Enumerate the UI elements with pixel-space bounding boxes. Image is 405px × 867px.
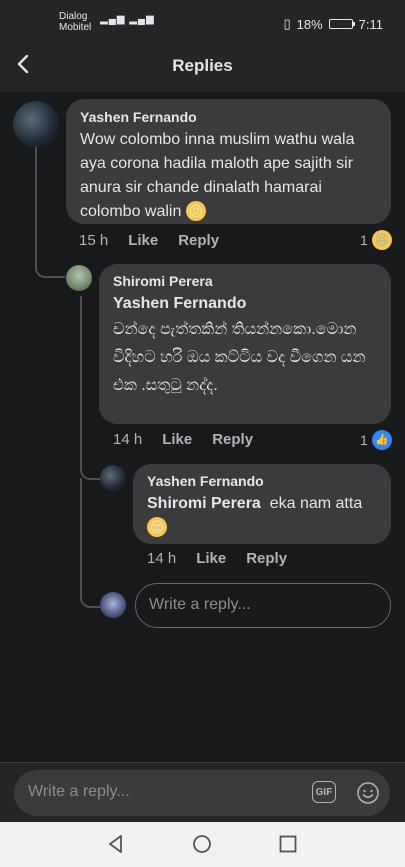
thread-line bbox=[35, 145, 37, 255]
comment-author[interactable]: Yashen Fernando bbox=[147, 473, 377, 489]
system-nav-bar bbox=[0, 822, 405, 867]
like-reaction-icon: 👍 bbox=[371, 430, 392, 450]
comment-bubble: Yashen Fernando Shiromi Perera eka nam a… bbox=[133, 464, 391, 544]
reaction-summary[interactable]: 1 😆 bbox=[360, 230, 392, 250]
avatar[interactable] bbox=[13, 101, 59, 147]
nav-home-icon[interactable] bbox=[192, 834, 212, 854]
nav-recents-icon[interactable] bbox=[278, 834, 298, 854]
thread-line bbox=[80, 296, 82, 466]
inline-reply-input[interactable]: Write a reply... bbox=[135, 583, 391, 628]
thread-connector bbox=[80, 478, 100, 608]
clock: 7:11 bbox=[358, 16, 383, 32]
reaction-summary[interactable]: 1 👍 bbox=[360, 430, 392, 450]
avatar[interactable] bbox=[66, 265, 92, 291]
status-bar: Dialog Mobitel ▂▄▆ ▂▄▆ ▯ 18% 7:11 bbox=[0, 0, 405, 40]
composer-input[interactable]: Write a reply... GIF bbox=[14, 770, 390, 816]
battery-percent: 18% bbox=[296, 16, 323, 32]
comment-author[interactable]: Shiromi Perera bbox=[113, 273, 377, 289]
page-title: Replies bbox=[172, 56, 233, 75]
signal-icon: ▂▄▆ ▂▄▆ bbox=[100, 14, 155, 25]
thread-connector bbox=[80, 460, 100, 480]
inline-reply-placeholder: Write a reply... bbox=[149, 596, 251, 613]
like-button[interactable]: Like bbox=[162, 431, 192, 448]
comment-bubble: Shiromi Perera Yashen Fernando චන්දෙ පැත… bbox=[99, 264, 391, 424]
reply-button[interactable]: Reply bbox=[212, 431, 253, 448]
my-avatar bbox=[100, 592, 126, 618]
reaction-count: 1 bbox=[360, 232, 368, 248]
relieved-emoji-icon: 😌 bbox=[147, 517, 167, 537]
comment-text: Wow colombo inna muslim wathu wala aya c… bbox=[80, 131, 355, 220]
comment-actions: 14 h Like Reply bbox=[113, 431, 253, 448]
comment-actions: 14 h Like Reply bbox=[147, 550, 287, 567]
comment-bubble: Yashen Fernando Wow colombo inna muslim … bbox=[66, 99, 391, 224]
comment-author[interactable]: Yashen Fernando bbox=[80, 109, 377, 125]
comment-text-wrap: Wow colombo inna muslim wathu wala aya c… bbox=[80, 128, 377, 224]
comment-text-wrap: Shiromi Perera eka nam atta 😌 bbox=[147, 492, 377, 540]
thread-connector bbox=[35, 250, 65, 278]
like-button[interactable]: Like bbox=[196, 550, 226, 567]
like-button[interactable]: Like bbox=[128, 232, 158, 249]
status-right: ▯ 18% 7:11 bbox=[283, 16, 383, 32]
reaction-count: 1 bbox=[360, 432, 368, 448]
mention-link[interactable]: Yashen Fernando bbox=[113, 292, 377, 316]
comment-actions: 15 h Like Reply bbox=[79, 232, 219, 249]
avatar[interactable] bbox=[100, 465, 126, 491]
vibrate-icon: ▯ bbox=[283, 16, 291, 31]
nav-back-icon[interactable] bbox=[106, 834, 126, 854]
timestamp: 14 h bbox=[113, 431, 143, 448]
comment-text-wrap: Yashen Fernando චන්දෙ පැත්තකින් තියන්නකො… bbox=[113, 292, 377, 400]
haha-reaction-icon: 😆 bbox=[371, 230, 392, 250]
composer-placeholder: Write a reply... bbox=[28, 783, 130, 800]
confused-emoji-icon: 😕 bbox=[185, 201, 206, 221]
carrier-label: Dialog Mobitel bbox=[59, 11, 92, 33]
reply-button[interactable]: Reply bbox=[246, 550, 287, 567]
mention-link[interactable]: Shiromi Perera bbox=[147, 495, 261, 512]
reply-button[interactable]: Reply bbox=[178, 232, 219, 249]
comment-text: eka nam atta bbox=[269, 495, 363, 512]
comment-text: චන්දෙ පැත්තකින් තියන්නකො.මොන විදිහට හරි … bbox=[113, 321, 366, 394]
timestamp: 14 h bbox=[147, 550, 177, 567]
battery-icon bbox=[328, 19, 355, 29]
app-header: Replies bbox=[0, 40, 405, 92]
gif-button[interactable]: GIF bbox=[312, 781, 336, 803]
timestamp: 15 h bbox=[79, 232, 109, 249]
emoji-picker-icon[interactable] bbox=[356, 781, 380, 805]
